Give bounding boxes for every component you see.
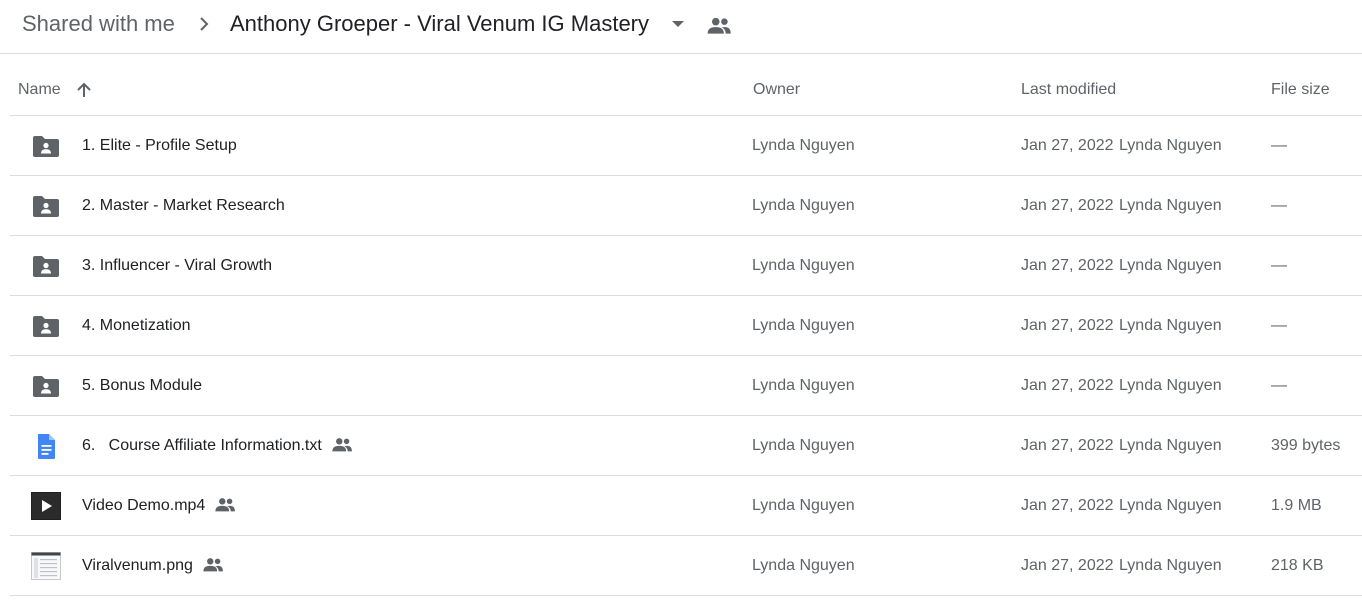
dropdown-arrow-icon[interactable] (670, 18, 686, 30)
last-modified-date: Jan 27, 2022 (1021, 377, 1114, 394)
last-modified-date: Jan 27, 2022 (1021, 497, 1114, 514)
text-document-icon (31, 432, 61, 460)
owner-name: Lynda Nguyen (752, 557, 855, 574)
shared-folder-icon (31, 132, 61, 160)
last-modified-by: Lynda Nguyen (1119, 137, 1222, 154)
last-modified-by: Lynda Nguyen (1119, 437, 1222, 454)
breadcrumb-shared-with-me[interactable]: Shared with me (22, 10, 175, 38)
file-row[interactable]: 1. Elite - Profile Setup Lynda Nguyen Jan … (10, 116, 1362, 176)
file-row[interactable]: Video Demo.mp4 Lynda Nguyen Jan 27, 2022 Ly… (10, 476, 1362, 536)
shared-people-icon (707, 17, 731, 34)
last-modified-by: Lynda Nguyen (1119, 197, 1222, 214)
file-name: 4. Monetization (82, 317, 191, 334)
file-row[interactable]: Viralvenum.png Lynda Nguyen Jan 27, 2022 Ly… (10, 536, 1362, 596)
breadcrumb-current-folder[interactable]: Anthony Groeper - Viral Venum IG Mastery (230, 10, 649, 38)
file-row[interactable]: 6. Course Affiliate Information.txt Lynda… (10, 416, 1362, 476)
last-modified-date: Jan 27, 2022 (1021, 137, 1114, 154)
file-list-header: Name Owner Last modified File size (10, 64, 1362, 116)
owner-name: Lynda Nguyen (752, 197, 855, 214)
column-header-file-size: File size (1271, 81, 1330, 98)
shared-people-icon (202, 555, 224, 575)
file-size: 218 KB (1271, 557, 1324, 574)
file-name: Video Demo.mp4 (82, 497, 206, 514)
last-modified-by: Lynda Nguyen (1119, 497, 1222, 514)
file-row[interactable]: 2. Master - Market Research Lynda Nguyen J… (10, 176, 1362, 236)
file-row[interactable]: 5. Bonus Module Lynda Nguyen Jan 27, 2022 L… (10, 356, 1362, 416)
shared-folder-icon (31, 312, 61, 340)
file-size: 1.9 MB (1271, 497, 1322, 514)
shared-folder-icon (31, 372, 61, 400)
chevron-right-icon (200, 17, 209, 31)
file-name: Viralvenum.png (82, 557, 193, 574)
file-size: — (1271, 257, 1287, 274)
column-header-last-modified[interactable]: Last modified (1021, 80, 1116, 100)
owner-name: Lynda Nguyen (752, 437, 855, 454)
file-size: 399 bytes (1271, 437, 1341, 454)
shared-people-icon (331, 435, 353, 455)
column-header-owner: Owner (753, 81, 801, 98)
breadcrumb-bar: Shared with me Anthony Groeper - Viral V… (0, 0, 1362, 54)
last-modified-by: Lynda Nguyen (1119, 257, 1222, 274)
shared-folder-icon (31, 252, 61, 280)
column-header-name[interactable]: Name (18, 80, 61, 100)
last-modified-by: Lynda Nguyen (1119, 377, 1222, 394)
owner-name: Lynda Nguyen (752, 497, 855, 514)
shared-people-icon (214, 495, 236, 515)
file-size: — (1271, 377, 1287, 394)
owner-name: Lynda Nguyen (752, 377, 855, 394)
sort-ascending-arrow-icon[interactable] (74, 80, 94, 100)
file-name: 2. Master - Market Research (82, 197, 285, 214)
last-modified-by: Lynda Nguyen (1119, 317, 1222, 334)
last-modified-date: Jan 27, 2022 (1021, 257, 1114, 274)
last-modified-date: Jan 27, 2022 (1021, 197, 1114, 214)
last-modified-date: Jan 27, 2022 (1021, 557, 1114, 574)
file-list: 1. Elite - Profile Setup Lynda Nguyen Jan … (10, 116, 1362, 596)
owner-name: Lynda Nguyen (752, 137, 855, 154)
last-modified-date: Jan 27, 2022 (1021, 317, 1114, 334)
owner-name: Lynda Nguyen (752, 317, 855, 334)
image-thumbnail-icon (31, 552, 61, 580)
file-name: 1. Elite - Profile Setup (82, 137, 237, 154)
video-thumbnail-icon (31, 492, 61, 520)
file-size: — (1271, 197, 1287, 214)
file-name: 6. Course Affiliate Information.txt (82, 437, 322, 454)
last-modified-date: Jan 27, 2022 (1021, 437, 1114, 454)
file-row[interactable]: 4. Monetization Lynda Nguyen Jan 27, 2022 L… (10, 296, 1362, 356)
owner-name: Lynda Nguyen (752, 257, 855, 274)
file-size: — (1271, 137, 1287, 154)
shared-folder-icon (31, 192, 61, 220)
file-row[interactable]: 3. Influencer - Viral Growth Lynda Nguyen… (10, 236, 1362, 296)
file-name: 5. Bonus Module (82, 377, 203, 394)
file-name: 3. Influencer - Viral Growth (82, 257, 273, 274)
file-size: — (1271, 317, 1287, 334)
last-modified-by: Lynda Nguyen (1119, 557, 1222, 574)
